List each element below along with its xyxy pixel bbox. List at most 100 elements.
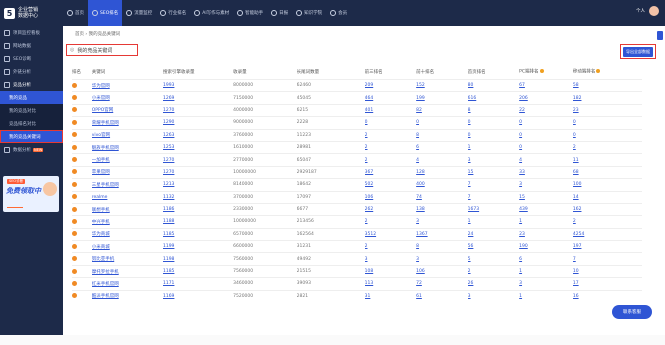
- nav-item[interactable]: 会员: [326, 0, 351, 26]
- nav-item[interactable]: 知识学院: [292, 0, 326, 26]
- avatar[interactable]: [649, 6, 659, 16]
- table-cell[interactable]: 0: [364, 116, 417, 130]
- nav-item[interactable]: 行业排名: [156, 0, 190, 26]
- table-cell[interactable]: 162: [572, 202, 642, 216]
- table-cell[interactable]: 2: [364, 240, 417, 253]
- table-cell[interactable]: 1269: [162, 91, 234, 105]
- sidebar-item[interactable]: 我的竞品: [0, 91, 63, 104]
- table-cell[interactable]: 联想手机: [91, 202, 163, 216]
- table-cell[interactable]: 502: [364, 178, 417, 192]
- sidebar-item[interactable]: 项目监控看板: [0, 26, 63, 39]
- table-cell[interactable]: 68: [572, 165, 642, 179]
- table-cell[interactable]: 8: [467, 103, 520, 117]
- back-icon[interactable]: ◎: [70, 47, 74, 53]
- table-cell[interactable]: 10: [572, 264, 642, 278]
- table-cell[interactable]: 4254: [572, 227, 642, 241]
- table-cell[interactable]: 0: [572, 128, 642, 142]
- table-cell[interactable]: 2: [364, 215, 417, 229]
- table-cell[interactable]: 15: [467, 165, 520, 179]
- table-cell[interactable]: 1185: [162, 264, 234, 278]
- nav-item[interactable]: 日报: [267, 0, 292, 26]
- table-cell[interactable]: 1: [519, 215, 573, 229]
- table-cell[interactable]: 128: [416, 165, 468, 179]
- table-cell[interactable]: 红米手机官网: [91, 277, 163, 291]
- table-cell[interactable]: 7: [467, 178, 520, 192]
- table-cell[interactable]: 荣耀手机官网: [91, 116, 163, 130]
- table-cell[interactable]: 16: [572, 289, 642, 303]
- table-cell[interactable]: 367: [364, 165, 417, 179]
- table-cell[interactable]: 113: [364, 277, 417, 291]
- nav-item[interactable]: 智能助手: [233, 0, 267, 26]
- table-cell[interactable]: 100: [572, 178, 642, 192]
- table-cell[interactable]: 3: [519, 277, 573, 291]
- table-cell[interactable]: 7: [572, 252, 642, 266]
- table-cell[interactable]: 3: [416, 252, 468, 266]
- table-cell[interactable]: 616: [467, 91, 520, 105]
- sidebar-item[interactable]: SEO诊断: [0, 52, 63, 65]
- sidebar-item[interactable]: 数据分析 NEW: [0, 143, 63, 156]
- sidebar-item[interactable]: 竞品排名对比: [0, 117, 63, 130]
- table-cell[interactable]: 74: [416, 190, 468, 204]
- table-cell[interactable]: 1993: [162, 78, 234, 92]
- breadcrumb[interactable]: 首页 › 我的竞品关键词: [75, 31, 120, 37]
- table-cell[interactable]: 7: [467, 190, 520, 204]
- table-cell[interactable]: 31: [364, 289, 417, 303]
- table-cell[interactable]: 0: [572, 116, 642, 130]
- table-cell[interactable]: 61: [416, 289, 468, 303]
- table-cell[interactable]: 108: [364, 264, 417, 278]
- table-cell[interactable]: 11: [572, 153, 642, 167]
- table-cell[interactable]: 8: [416, 240, 468, 253]
- table-cell[interactable]: 小米商城: [91, 240, 163, 253]
- table-cell[interactable]: 三星手机官网: [91, 178, 163, 192]
- table-cell[interactable]: 22: [519, 103, 573, 117]
- export-button-box[interactable]: 导出全部数据: [620, 44, 656, 59]
- table-cell[interactable]: 1: [519, 289, 573, 303]
- table-cell[interactable]: 199: [416, 91, 468, 105]
- table-cell[interactable]: 6: [519, 252, 573, 266]
- table-cell[interactable]: 206: [519, 91, 573, 105]
- table-cell[interactable]: 106: [364, 190, 417, 204]
- table-cell[interactable]: 138: [416, 202, 468, 216]
- table-cell[interactable]: 82: [416, 103, 468, 117]
- promo-banner[interactable]: SEO诊断 免费领取中: [3, 176, 59, 212]
- table-cell[interactable]: 2: [364, 153, 417, 167]
- export-button[interactable]: 导出全部数据: [623, 46, 653, 57]
- table-cell[interactable]: 1270: [162, 153, 234, 167]
- sidebar-item[interactable]: 网站数据: [0, 39, 63, 52]
- sidebar-item[interactable]: 我的竞品关键词: [0, 130, 63, 143]
- table-cell[interactable]: 1169: [162, 289, 234, 303]
- table-cell[interactable]: 1253: [162, 140, 234, 154]
- table-cell[interactable]: 3: [467, 153, 520, 167]
- table-cell[interactable]: 262: [364, 202, 417, 216]
- table-cell[interactable]: 106: [416, 264, 468, 278]
- table-cell[interactable]: 67: [519, 78, 573, 92]
- side-tab[interactable]: [657, 31, 663, 40]
- table-cell[interactable]: 1213: [162, 178, 234, 192]
- nav-item[interactable]: 首页: [63, 0, 88, 26]
- table-cell[interactable]: 0: [519, 128, 573, 142]
- sidebar-item[interactable]: 我的竞品对比: [0, 104, 63, 117]
- table-cell[interactable]: 1132: [162, 190, 234, 204]
- sidebar-item[interactable]: 竞品分析: [0, 78, 63, 91]
- table-cell[interactable]: 58: [572, 78, 642, 92]
- table-cell[interactable]: 4: [519, 153, 573, 167]
- table-cell[interactable]: 15: [519, 190, 573, 204]
- table-cell[interactable]: 33: [519, 165, 573, 179]
- table-cell[interactable]: 1171: [162, 277, 234, 291]
- table-cell[interactable]: 2: [572, 140, 642, 154]
- table-cell[interactable]: 酷派手机官网: [91, 289, 163, 303]
- table-cell[interactable]: 1198: [162, 252, 234, 266]
- table-cell[interactable]: 72: [416, 277, 468, 291]
- table-cell[interactable]: 464: [364, 91, 417, 105]
- table-cell[interactable]: 14: [572, 190, 642, 204]
- table-cell[interactable]: 1270: [162, 165, 234, 179]
- table-cell[interactable]: 182: [572, 91, 642, 105]
- table-cell[interactable]: 1673: [467, 202, 520, 216]
- table-cell[interactable]: 56: [467, 240, 520, 253]
- table-cell[interactable]: 209: [364, 78, 417, 92]
- table-cell[interactable]: 152: [416, 78, 468, 92]
- table-cell[interactable]: 1290: [162, 116, 234, 130]
- table-cell[interactable]: 1186: [162, 202, 234, 216]
- table-cell[interactable]: 3512: [364, 227, 417, 241]
- table-cell[interactable]: 26: [467, 277, 520, 291]
